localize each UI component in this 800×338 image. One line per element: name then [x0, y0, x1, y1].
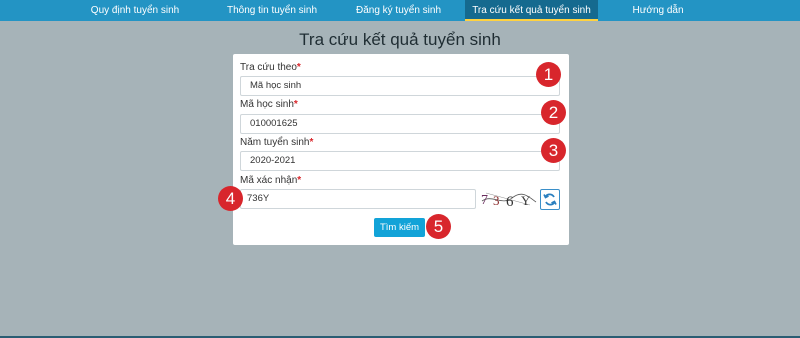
search-button[interactable]: Tìm kiếm	[374, 218, 425, 237]
nav-item-admission-results-lookup[interactable]: Tra cứu kết quả tuyển sinh	[465, 0, 598, 21]
top-navigation-bar: Quy định tuyển sinh Thông tin tuyển sinh…	[0, 0, 800, 21]
required-asterisk: *	[309, 137, 314, 148]
admission-year-select[interactable]: 2020-2021	[240, 151, 560, 171]
captcha-input[interactable]: 736Y	[240, 189, 476, 209]
student-id-label-text: Mã học sinh	[240, 99, 294, 110]
nav-item-admission-info[interactable]: Thông tin tuyển sinh	[212, 0, 332, 21]
lookup-by-label: Tra cứu theo*	[240, 62, 301, 73]
refresh-icon	[543, 193, 557, 206]
captcha-char: Y	[521, 193, 531, 208]
required-asterisk: *	[297, 175, 302, 186]
page-title: Tra cứu kết quả tuyển sinh	[299, 30, 501, 49]
admission-year-label-text: Năm tuyển sinh	[240, 137, 310, 148]
captcha-char: 3	[493, 193, 500, 208]
callout-marker-3: 3	[541, 138, 566, 163]
callout-marker-4: 4	[218, 186, 243, 211]
nav-item-admission-regulations[interactable]: Quy định tuyển sinh	[58, 0, 212, 21]
callout-marker-5: 5	[426, 214, 451, 239]
required-asterisk: *	[296, 62, 301, 73]
captcha-label-text: Mã xác nhận	[240, 175, 298, 186]
captcha-image: 7 3 6 Y	[478, 188, 538, 210]
nav-item-guide[interactable]: Hướng dẫn	[598, 0, 718, 21]
student-id-label: Mã học sinh*	[240, 99, 298, 110]
captcha-refresh-button[interactable]	[540, 189, 560, 210]
lookup-by-select[interactable]: Mã học sinh	[240, 76, 560, 96]
lookup-by-label-text: Tra cứu theo	[240, 62, 297, 73]
captcha-char: 7	[481, 193, 488, 208]
callout-marker-2: 2	[541, 100, 566, 125]
nav-item-admission-registration[interactable]: Đăng ký tuyển sinh	[332, 0, 465, 21]
required-asterisk: *	[293, 99, 298, 110]
callout-marker-1: 1	[536, 62, 561, 87]
admission-year-label: Năm tuyển sinh*	[240, 137, 313, 148]
student-id-input[interactable]: 010001625	[240, 114, 560, 134]
captcha-label: Mã xác nhận*	[240, 175, 301, 186]
captcha-char: 6	[506, 194, 514, 210]
